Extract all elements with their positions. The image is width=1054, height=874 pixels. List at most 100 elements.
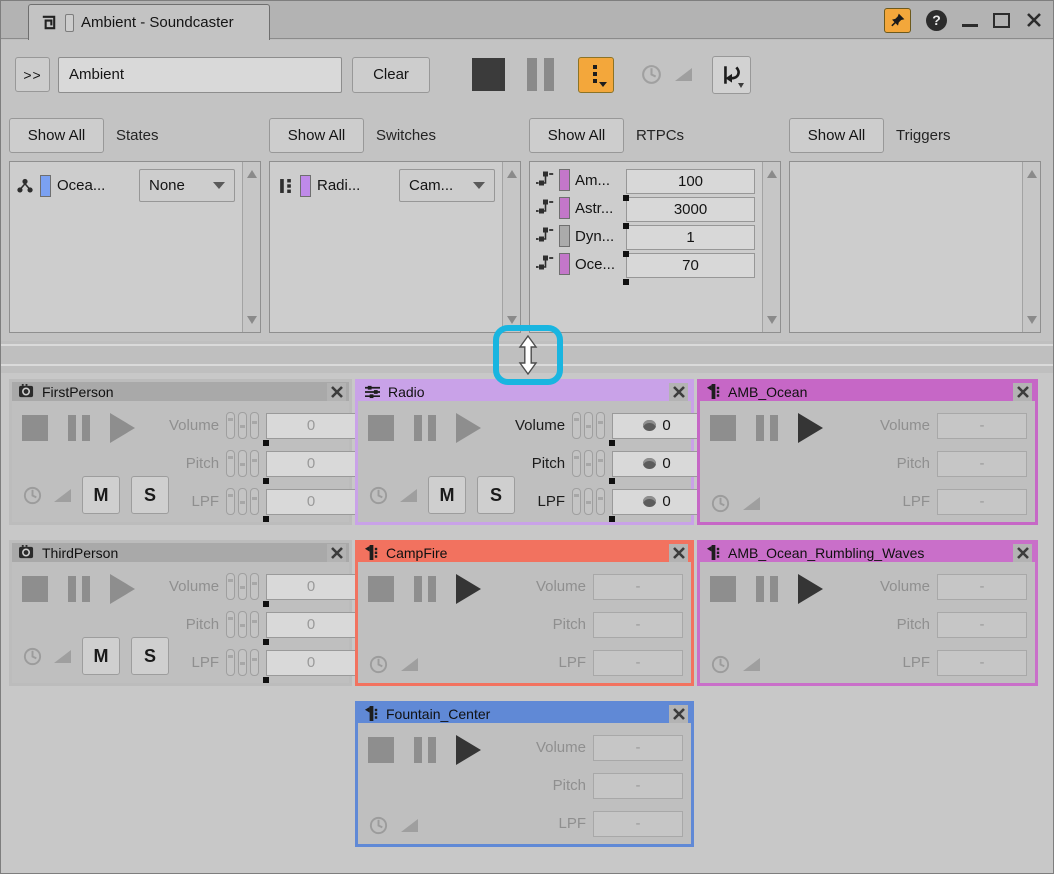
scrollbar[interactable] [502,162,520,332]
stop-button[interactable] [710,415,736,441]
module-header[interactable]: FirstPerson [12,382,349,401]
channel-faders[interactable] [572,488,605,515]
close-icon[interactable] [1013,383,1032,401]
volume-value[interactable]: 0 [266,413,356,439]
play-button[interactable] [456,735,481,765]
close-icon[interactable] [327,383,346,401]
tab-soundcaster[interactable]: Ambient - Soundcaster [28,4,270,40]
module-header[interactable]: AMB_Ocean [700,382,1035,401]
slider-thumb[interactable] [623,279,629,285]
rtpc-value-field[interactable]: 3000 [626,197,755,222]
channel-faders[interactable] [226,649,259,676]
lpf-value[interactable]: 0 [266,489,356,515]
close-icon[interactable] [669,383,688,401]
module-header[interactable]: AMB_Ocean_Rumbling_Waves [700,543,1035,562]
slider-thumb[interactable] [263,478,269,484]
slider-thumb[interactable] [623,223,629,229]
play-button[interactable] [456,413,481,443]
pitch-value[interactable]: 0 [266,612,356,638]
rtpc-value-field[interactable]: 70 [626,253,755,278]
slider-thumb[interactable] [609,478,615,484]
stop-button[interactable] [368,737,394,763]
options-button[interactable] [578,57,614,93]
module-header[interactable]: CampFire [358,543,691,562]
pause-all-button[interactable] [527,58,554,91]
channel-faders[interactable] [226,488,259,515]
pause-button[interactable] [68,576,90,602]
minimize-button[interactable] [962,7,978,33]
close-button[interactable] [1025,11,1043,29]
switches-show-all-button[interactable]: Show All [269,118,364,153]
pause-button[interactable] [414,737,436,763]
scroll-up-icon[interactable] [1027,170,1037,178]
solo-button[interactable]: S [131,637,169,675]
session-name-input[interactable] [58,57,342,93]
pin-button[interactable] [884,8,911,33]
state-select[interactable]: None [139,169,235,202]
channel-faders[interactable] [572,450,605,477]
expand-button[interactable]: >> [15,57,50,92]
pause-button[interactable] [756,576,778,602]
slider-thumb[interactable] [263,677,269,683]
mute-button[interactable]: M [82,476,120,514]
triggers-show-all-button[interactable]: Show All [789,118,884,153]
channel-faders[interactable] [226,450,259,477]
close-icon[interactable] [1013,544,1032,562]
module-header[interactable]: Fountain_Center [358,704,691,723]
play-button[interactable] [110,413,135,443]
channel-faders[interactable] [226,573,259,600]
pause-button[interactable] [756,415,778,441]
mute-button[interactable]: M [82,637,120,675]
slider-thumb[interactable] [263,516,269,522]
titlebar[interactable]: Ambient - Soundcaster ? [1,1,1053,39]
solo-button[interactable]: S [477,476,515,514]
mute-button[interactable]: M [428,476,466,514]
stop-button[interactable] [368,576,394,602]
scrollbar[interactable] [762,162,780,332]
stop-button[interactable] [22,415,48,441]
slider-thumb[interactable] [623,251,629,257]
volume-value[interactable]: 0 [612,413,702,439]
reset-button[interactable] [712,56,751,94]
pause-button[interactable] [414,415,436,441]
scroll-down-icon[interactable] [507,316,517,324]
play-button[interactable] [110,574,135,604]
lpf-value[interactable]: 0 [266,650,356,676]
slider-thumb[interactable] [263,440,269,446]
scroll-down-icon[interactable] [1027,316,1037,324]
scroll-up-icon[interactable] [767,170,777,178]
volume-value[interactable]: 0 [266,574,356,600]
clear-button[interactable]: Clear [352,57,430,93]
rtpc-value-field[interactable]: 1 [626,225,755,250]
pause-button[interactable] [68,415,90,441]
pitch-value[interactable]: 0 [266,451,356,477]
channel-faders[interactable] [226,611,259,638]
scrollbar[interactable] [242,162,260,332]
channel-faders[interactable] [226,412,259,439]
channel-faders[interactable] [572,412,605,439]
pause-button[interactable] [414,576,436,602]
solo-button[interactable]: S [131,476,169,514]
help-icon[interactable]: ? [926,10,947,31]
lpf-value[interactable]: 0 [612,489,702,515]
scroll-up-icon[interactable] [507,170,517,178]
scroll-down-icon[interactable] [247,316,257,324]
slider-thumb[interactable] [609,516,615,522]
play-button[interactable] [456,574,481,604]
slider-thumb[interactable] [609,440,615,446]
module-header[interactable]: ThirdPerson [12,543,349,562]
states-show-all-button[interactable]: Show All [9,118,104,153]
stop-button[interactable] [368,415,394,441]
close-icon[interactable] [669,544,688,562]
slider-thumb[interactable] [263,639,269,645]
rtpcs-show-all-button[interactable]: Show All [529,118,624,153]
close-icon[interactable] [669,705,688,723]
stop-all-button[interactable] [472,58,505,91]
scroll-down-icon[interactable] [767,316,777,324]
play-button[interactable] [798,413,823,443]
stop-button[interactable] [710,576,736,602]
maximize-button[interactable] [993,13,1010,28]
play-button[interactable] [798,574,823,604]
scroll-up-icon[interactable] [247,170,257,178]
switch-select[interactable]: Cam... [399,169,495,202]
